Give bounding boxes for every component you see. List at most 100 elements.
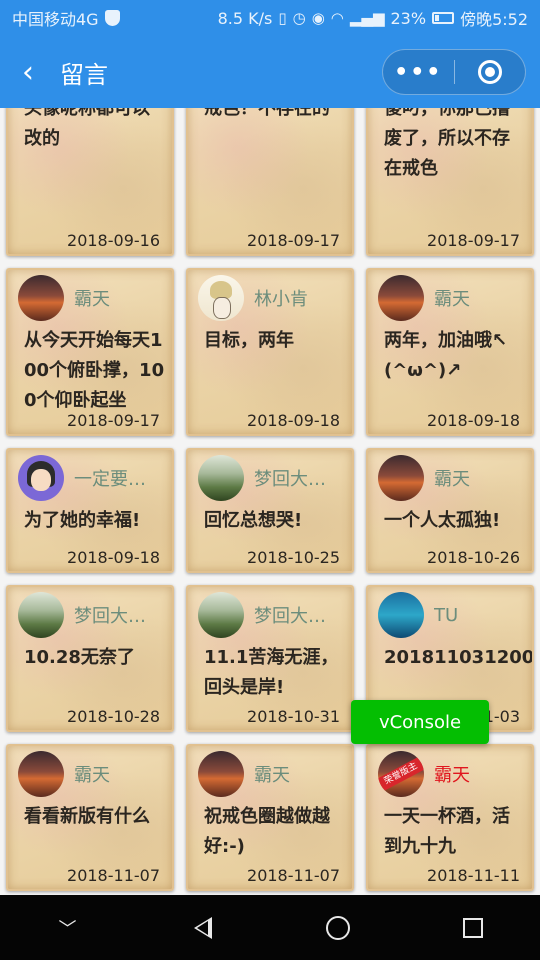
avatar[interactable] (198, 455, 244, 501)
card-header: 霸天 (18, 274, 166, 322)
battery-percent: 23% (390, 8, 427, 28)
message-card[interactable]: 傻叼，你那已撸废了，所以不存在戒色 2018-09-17 (366, 108, 534, 256)
page-title: 留言 (60, 60, 108, 89)
chevron-left-icon: ‹ (22, 54, 34, 90)
target-icon (477, 60, 502, 84)
message-text: 10.28无奈了 (24, 647, 135, 668)
back-button[interactable]: ‹ (0, 36, 56, 108)
avatar[interactable]: 荣誉版主 (378, 751, 424, 797)
user-nickname: 梦回大… (254, 469, 326, 490)
user-nickname: 霸天 (74, 765, 110, 786)
avatar[interactable] (18, 455, 64, 501)
avatar[interactable] (378, 455, 424, 501)
message-card[interactable]: 头像呢称都可以改的 2018-09-16 (6, 108, 174, 256)
card-header: 梦回大… (198, 454, 346, 502)
clock: 傍晚5:52 (460, 10, 528, 29)
miniprogram-capsule: ••• (382, 49, 526, 95)
recents-button[interactable] (428, 895, 518, 960)
message-text: 戒色？不存在的 (204, 108, 330, 119)
message-date: 2018-09-18 (67, 548, 160, 567)
card-header: 霸天 (378, 454, 526, 502)
message-text: 祝戒色圈越做越好:-) (204, 806, 330, 857)
message-text: 看看新版有什么 (24, 806, 150, 827)
avatar[interactable] (378, 275, 424, 321)
network-speed: 8.5 K/s (217, 8, 273, 28)
message-text: 20181103120001 (384, 647, 534, 668)
card-header: 梦回大… (18, 591, 166, 639)
moderator-badge: 荣誉版主 (378, 756, 424, 792)
card-header: 梦回大… (198, 591, 346, 639)
eye-icon: ◉ (311, 9, 325, 27)
message-date: 2018-09-16 (67, 231, 160, 250)
user-nickname: TU (434, 604, 459, 626)
message-text: 两年，加油哦↖(^ω^)↗ (384, 330, 508, 381)
message-card[interactable]: 林小肯 目标，两年 2018-09-18 (186, 268, 354, 436)
chevron-down-icon: ﹀ (58, 918, 77, 940)
avatar[interactable] (198, 275, 244, 321)
status-left: 中国移动4G (12, 6, 120, 30)
message-card[interactable]: 一定要… 为了她的幸福! 2018-09-18 (6, 448, 174, 573)
vibrate-icon: ▯ (278, 9, 287, 27)
card-header: TU (378, 591, 526, 639)
nav-bar: ‹ 留言 ••• (0, 36, 540, 108)
avatar[interactable] (378, 592, 424, 638)
message-date: 2018-09-18 (427, 411, 520, 430)
message-card[interactable]: 霸天一个人太孤独! 2018-10-26 (366, 448, 534, 573)
message-date: 2018-11-07 (67, 866, 160, 885)
message-date: 2018-09-17 (427, 231, 520, 250)
message-card[interactable]: 霸天看看新版有什么 2018-11-07 (6, 744, 174, 891)
recents-square-icon (462, 917, 483, 938)
avatar[interactable] (198, 751, 244, 797)
avatar[interactable] (18, 592, 64, 638)
home-button[interactable] (293, 895, 383, 960)
message-board[interactable]: 头像呢称都可以改的 2018-09-16 戒色？不存在的 2018-09-17 傻叼，你… (0, 108, 540, 895)
card-header: 霸天 (378, 274, 526, 322)
message-text: 傻叼，你那已撸废了，所以不存在戒色 (384, 108, 510, 179)
card-header: 荣誉版主 霸天 (378, 750, 526, 798)
avatar[interactable] (18, 751, 64, 797)
message-card[interactable]: 梦回大… 回忆总想哭! 2018-10-25 (186, 448, 354, 573)
card-header: 林小肯 (198, 274, 346, 322)
more-button[interactable]: ••• (383, 50, 454, 94)
message-text: 回忆总想哭! (204, 510, 303, 531)
message-text: 一个人太孤独! (384, 510, 501, 531)
shield-icon (104, 10, 120, 26)
user-nickname: 霸天 (434, 765, 470, 786)
message-text: 一天一杯酒，活到九十九 (384, 806, 510, 857)
more-icon: ••• (394, 59, 443, 85)
message-card[interactable]: 戒色？不存在的 2018-09-17 (186, 108, 354, 256)
user-nickname: 霸天 (434, 289, 470, 310)
message-card[interactable]: 霸天 从今天开始每天100个俯卧撑，100个仰卧起坐 2018-09-17 (6, 268, 174, 436)
user-nickname: 霸天 (74, 289, 110, 310)
card-header: 霸天 (18, 750, 166, 798)
message-card[interactable]: 霸天祝戒色圈越做越好:-) 2018-11-07 (186, 744, 354, 891)
message-date: 2018-11-07 (247, 866, 340, 885)
vconsole-button[interactable]: vConsole (351, 700, 489, 744)
wifi-icon: ◠ (330, 9, 344, 27)
message-text: 为了她的幸福! (24, 510, 141, 531)
signal-icon: ▂▄▆ (349, 9, 385, 27)
message-card[interactable]: 荣誉版主 霸天一天一杯酒，活到九十九 2018-11-11 (366, 744, 534, 891)
message-card[interactable]: 梦回大… 11.1苦海无涯，回头是岸! 2018-10-31 (186, 585, 354, 732)
triangle-back-icon (193, 916, 212, 939)
collapse-button[interactable]: ﹀ (23, 895, 113, 960)
card-header: 一定要… (18, 454, 166, 502)
close-miniprogram-button[interactable] (455, 50, 526, 94)
avatar[interactable] (198, 592, 244, 638)
message-grid: 头像呢称都可以改的 2018-09-16 戒色？不存在的 2018-09-17 傻叼，你… (6, 108, 534, 891)
back-system-button[interactable] (158, 895, 248, 960)
avatar[interactable] (18, 275, 64, 321)
message-date: 2018-10-31 (247, 707, 340, 726)
user-nickname: 霸天 (254, 765, 290, 786)
message-text: 头像呢称都可以改的 (24, 108, 150, 149)
message-card[interactable]: 霸天两年，加油哦↖(^ω^)↗ 2018-09-18 (366, 268, 534, 436)
message-date: 2018-10-26 (427, 548, 520, 567)
status-right: 8.5 K/s ▯ ◷ ◉ ◠ ▂▄▆ 23% 傍晚5:52 (218, 6, 528, 30)
status-bar: 中国移动4G 8.5 K/s ▯ ◷ ◉ ◠ ▂▄▆ 23% 傍晚5:52 (0, 0, 540, 36)
user-nickname: 梦回大… (254, 606, 326, 627)
message-date: 2018-11-11 (427, 866, 520, 885)
message-card[interactable]: 梦回大… 10.28无奈了 2018-10-28 (6, 585, 174, 732)
system-nav-bar: ﹀ (0, 895, 540, 960)
message-date: 2018-09-17 (247, 231, 340, 250)
battery-icon (432, 12, 455, 24)
